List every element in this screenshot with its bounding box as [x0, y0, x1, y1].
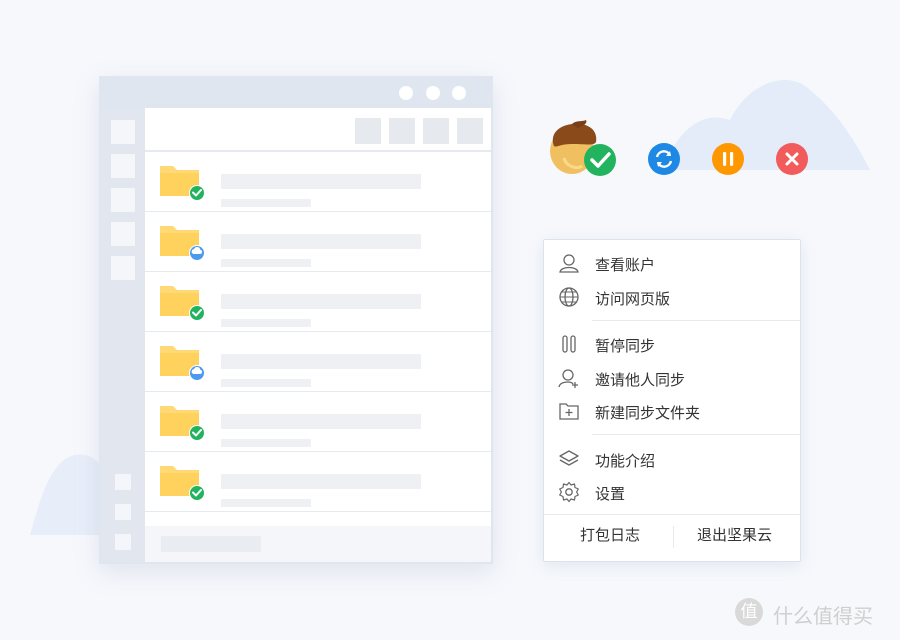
error-status-icon	[776, 143, 808, 175]
menu-item-view-account[interactable]: 查看账户	[544, 248, 800, 278]
invite-user-icon	[558, 369, 578, 388]
layers-icon	[559, 450, 579, 466]
window-footer	[145, 526, 491, 562]
paused-status-icon	[712, 143, 744, 175]
folder-name-placeholder	[221, 354, 421, 369]
sidebar-item[interactable]	[115, 534, 131, 550]
folder-row[interactable]	[145, 332, 491, 392]
toolbar-button[interactable]	[423, 118, 449, 144]
folder-row[interactable]	[145, 392, 491, 452]
folder-cloud-icon	[160, 346, 205, 381]
window-control-close[interactable]	[452, 86, 466, 100]
menu-item-label: 设置	[595, 485, 626, 503]
folder-name-placeholder	[221, 234, 421, 249]
user-icon	[559, 254, 579, 273]
sidebar-item[interactable]	[111, 188, 135, 212]
window-control-maximize[interactable]	[426, 86, 440, 100]
pack-log-button[interactable]: 打包日志	[580, 524, 640, 545]
menu-item-label: 暂停同步	[595, 337, 656, 355]
gear-icon	[559, 481, 579, 503]
toolbar-button[interactable]	[389, 118, 415, 144]
watermark-text: 什么值得买	[773, 604, 873, 628]
footer-placeholder	[161, 536, 261, 552]
menu-separator	[544, 514, 800, 515]
window-sidebar	[101, 108, 145, 562]
globe-icon	[559, 287, 579, 307]
window-titlebar	[101, 78, 491, 108]
tray-context-menu: 查看账户 访问网页版 暂停同步 邀请他人同步 新建同步文件夹 功能介绍 设置 打…	[543, 239, 801, 562]
folder-name-placeholder	[221, 294, 421, 309]
sidebar-item[interactable]	[111, 222, 135, 246]
menu-item-label: 新建同步文件夹	[595, 404, 701, 422]
menu-item-label: 功能介绍	[595, 452, 656, 470]
sidebar-item[interactable]	[111, 154, 135, 178]
pause-icon	[562, 335, 576, 353]
syncing-status-icon	[648, 143, 680, 175]
folder-row[interactable]	[145, 452, 491, 512]
folder-meta-placeholder	[221, 439, 311, 447]
nutstore-acorn-synced-icon	[550, 120, 616, 176]
menu-separator	[592, 320, 800, 321]
menu-item-label: 邀请他人同步	[595, 371, 686, 389]
folder-synced-icon	[160, 286, 205, 321]
watermark-logo: 值	[735, 598, 763, 626]
toolbar-button[interactable]	[457, 118, 483, 144]
toolbar-button[interactable]	[355, 118, 381, 144]
window-toolbar	[145, 108, 491, 152]
menu-footer-divider	[673, 526, 674, 548]
folder-name-placeholder	[221, 174, 421, 189]
folder-row[interactable]	[145, 272, 491, 332]
window-control-minimize[interactable]	[399, 86, 413, 100]
menu-item-settings[interactable]: 设置	[544, 477, 800, 507]
folder-list	[145, 152, 491, 512]
folder-name-placeholder	[221, 474, 421, 489]
menu-item-visit-web[interactable]: 访问网页版	[544, 282, 800, 312]
menu-item-label: 查看账户	[595, 256, 656, 274]
menu-item-label: 访问网页版	[595, 290, 671, 308]
sidebar-item[interactable]	[111, 120, 135, 144]
file-manager-window	[99, 76, 493, 564]
quit-nutstore-button[interactable]: 退出坚果云	[697, 524, 772, 545]
folder-meta-placeholder	[221, 199, 311, 207]
sidebar-item[interactable]	[115, 474, 131, 490]
new-folder-icon	[559, 403, 579, 420]
folder-synced-icon	[160, 166, 205, 201]
folder-meta-placeholder	[221, 379, 311, 387]
menu-separator	[592, 434, 800, 435]
folder-cloud-icon	[160, 226, 205, 261]
menu-item-invite[interactable]: 邀请他人同步	[544, 363, 800, 393]
folder-row[interactable]	[145, 152, 491, 212]
menu-item-pause-sync[interactable]: 暂停同步	[544, 329, 800, 359]
folder-meta-placeholder	[221, 499, 311, 507]
folder-synced-icon	[160, 406, 205, 441]
menu-item-new-sync-folder[interactable]: 新建同步文件夹	[544, 396, 800, 426]
folder-synced-icon	[160, 466, 205, 501]
menu-item-features[interactable]: 功能介绍	[544, 444, 800, 474]
sidebar-item[interactable]	[111, 256, 135, 280]
folder-meta-placeholder	[221, 259, 311, 267]
sidebar-item[interactable]	[115, 504, 131, 520]
background-mountain-shape	[660, 80, 870, 170]
folder-row[interactable]	[145, 212, 491, 272]
folder-meta-placeholder	[221, 319, 311, 327]
folder-name-placeholder	[221, 414, 421, 429]
window-content	[145, 108, 491, 562]
